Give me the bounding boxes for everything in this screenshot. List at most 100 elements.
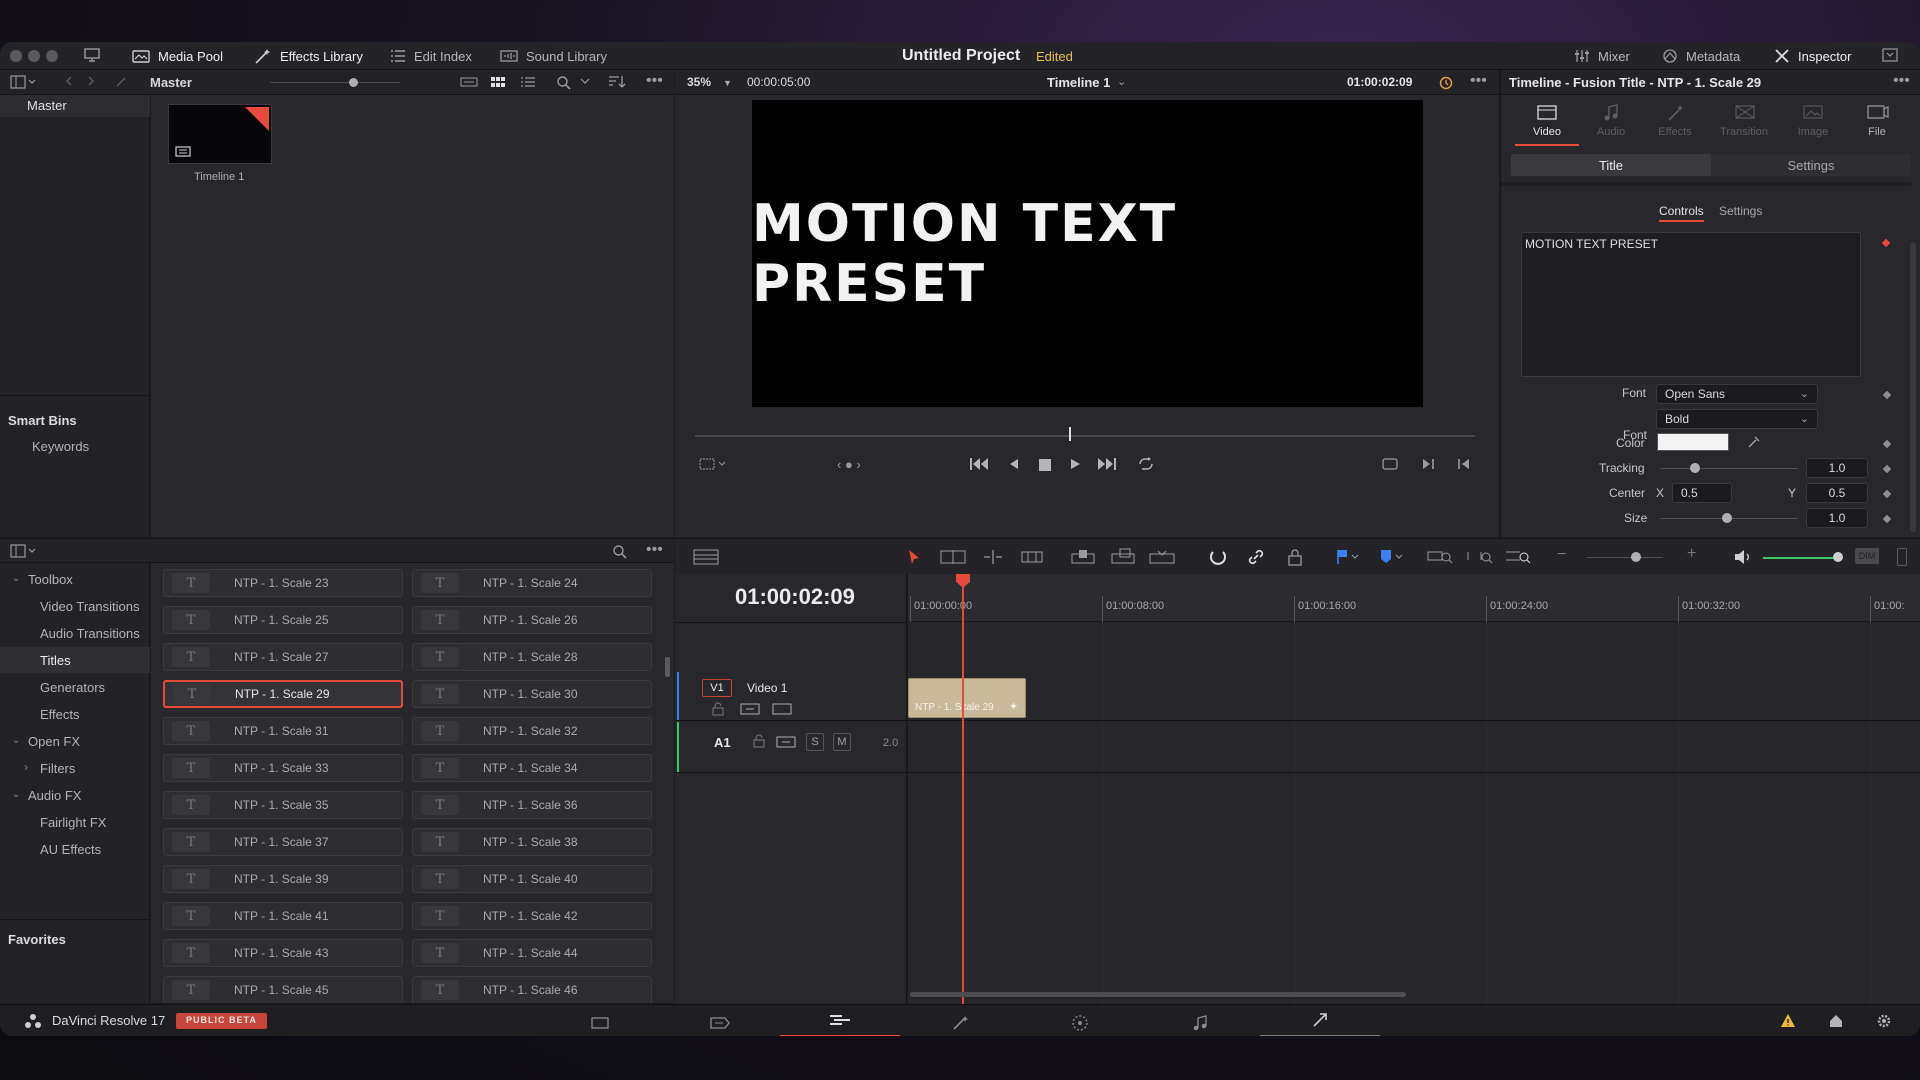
timeline-view-options-icon[interactable] xyxy=(693,549,719,565)
timeline-selector[interactable]: Timeline 1 xyxy=(1047,75,1110,90)
skip-to-start-icon[interactable] xyxy=(969,457,989,471)
title-preset-tile[interactable]: T NTP - 1. Scale 44 xyxy=(412,939,652,967)
color-swatch[interactable] xyxy=(1657,433,1729,451)
close-window-button[interactable] xyxy=(10,50,22,62)
speaker-icon[interactable] xyxy=(1733,548,1753,566)
zoom-level[interactable]: 35% xyxy=(687,75,711,89)
audio-transitions-item[interactable]: Audio Transitions xyxy=(40,626,140,641)
titles-scrollbar[interactable] xyxy=(665,657,670,677)
fairlight-page-button[interactable] xyxy=(1140,1005,1260,1036)
styled-text-input[interactable]: MOTION TEXT PRESET xyxy=(1521,232,1861,377)
font-style-select[interactable]: Bold ⌄ xyxy=(1656,409,1818,429)
title-preset-tile[interactable]: T NTP - 1. Scale 23 xyxy=(163,569,403,597)
au-effects-item[interactable]: AU Effects xyxy=(40,842,101,857)
title-preset-tile[interactable]: T NTP - 1. Scale 43 xyxy=(163,939,403,967)
tab-audio[interactable]: Audio xyxy=(1579,100,1643,146)
inner-tab-settings[interactable]: Settings xyxy=(1719,204,1762,218)
font-select[interactable]: Open Sans ⌄ xyxy=(1656,384,1818,404)
play-reverse-icon[interactable] xyxy=(1007,457,1021,471)
more-options-icon[interactable]: ••• xyxy=(646,72,663,90)
title-preset-tile[interactable]: T NTP - 1. Scale 27 xyxy=(163,643,403,671)
title-preset-tile[interactable]: T NTP - 1. Scale 34 xyxy=(412,754,652,782)
v1-auto-select-icon[interactable] xyxy=(740,703,760,715)
loop-icon[interactable] xyxy=(1136,456,1156,472)
generators-item[interactable]: Generators xyxy=(40,680,105,695)
title-clip[interactable]: NTP - 1. Scale 29 ✦ xyxy=(908,678,1026,718)
effects-more-options-icon[interactable]: ••• xyxy=(646,541,663,559)
inspector-more-options-icon[interactable]: ••• xyxy=(1893,72,1910,90)
title-preset-tile[interactable]: T NTP - 1. Scale 25 xyxy=(163,606,403,634)
position-lock-icon[interactable] xyxy=(1287,548,1303,566)
tab-transition[interactable]: Transition xyxy=(1707,100,1781,146)
zoom-detail-icon[interactable] xyxy=(1467,548,1493,566)
audio-fx-item[interactable]: Audio FX xyxy=(28,788,81,803)
sidebar-toggle-icon[interactable] xyxy=(10,75,36,89)
edit-page-button[interactable] xyxy=(780,1005,900,1036)
size-slider-handle[interactable] xyxy=(1722,513,1732,523)
list-view-icon[interactable] xyxy=(520,76,536,88)
title-preset-tile[interactable]: T NTP - 1. Scale 35 xyxy=(163,791,403,819)
flag-icon[interactable] xyxy=(1335,548,1361,566)
expand-icon[interactable] xyxy=(1882,48,1898,62)
tracking-slider-handle[interactable] xyxy=(1690,463,1700,473)
timeline-zoom-handle[interactable] xyxy=(1631,552,1641,562)
tab-video[interactable]: Video xyxy=(1515,100,1579,146)
clip-thumbnail[interactable] xyxy=(168,104,272,164)
tab-edit-index[interactable]: Edit Index xyxy=(390,42,472,70)
audio-meter-toggle[interactable] xyxy=(1897,548,1907,566)
workspace-icon[interactable] xyxy=(84,48,100,62)
forward-arrow-icon[interactable] xyxy=(86,75,96,87)
viewer-more-options-icon[interactable]: ••• xyxy=(1470,72,1487,90)
zoom-window-button[interactable] xyxy=(46,50,58,62)
scrubber-playhead[interactable] xyxy=(1069,427,1072,441)
text-keyframe-icon[interactable] xyxy=(1881,238,1891,248)
dim-button[interactable]: DIM xyxy=(1855,548,1879,564)
jog-control[interactable]: ‹ ● › xyxy=(837,457,861,472)
timeline-selector-chevron-icon[interactable]: ⌄ xyxy=(1117,75,1126,88)
settings-gear-icon[interactable] xyxy=(1876,1013,1892,1029)
size-input[interactable]: 1.0 xyxy=(1806,508,1868,528)
video-transitions-item[interactable]: Video Transitions xyxy=(40,599,140,614)
chevron-down-icon[interactable] xyxy=(580,77,590,85)
skip-to-end-icon[interactable] xyxy=(1097,457,1117,471)
title-preset-tile[interactable]: T NTP - 1. Scale 45 xyxy=(163,976,403,1003)
title-preset-tile[interactable]: T NTP - 1. Scale 31 xyxy=(163,717,403,745)
title-preset-tile[interactable]: T NTP - 1. Scale 24 xyxy=(412,569,652,597)
audio-fx-chevron-icon[interactable]: ⌄ xyxy=(12,789,20,800)
blade-tool-icon[interactable] xyxy=(1021,549,1043,565)
tab-media-pool[interactable]: Media Pool xyxy=(132,42,223,70)
volume-handle[interactable] xyxy=(1833,552,1843,562)
snapping-icon[interactable] xyxy=(1209,548,1227,566)
match-frame-icon[interactable] xyxy=(1381,457,1399,471)
effects-item[interactable]: Effects xyxy=(40,707,80,722)
a1-lock-icon[interactable] xyxy=(753,734,765,748)
subtab-title[interactable]: Title xyxy=(1511,154,1711,176)
effects-search-icon[interactable] xyxy=(612,544,628,560)
metadata-view-icon[interactable] xyxy=(460,76,478,88)
sync-icon[interactable] xyxy=(1438,75,1454,91)
title-preset-tile[interactable]: T NTP - 1. Scale 38 xyxy=(412,828,652,856)
selection-tool-icon[interactable] xyxy=(907,549,921,565)
v1-destination-button[interactable]: V1 xyxy=(702,679,732,697)
search-icon[interactable] xyxy=(556,75,572,91)
a1-auto-select-icon[interactable] xyxy=(776,736,796,748)
viewer-layout-icon[interactable] xyxy=(699,457,727,471)
zoom-full-icon[interactable] xyxy=(1427,548,1453,566)
volume-slider[interactable] xyxy=(1763,557,1835,559)
filters-chevron-icon[interactable]: › xyxy=(24,760,28,774)
timeline-scrollbar[interactable] xyxy=(910,992,1406,997)
titles-item[interactable]: Titles xyxy=(40,653,71,668)
title-preset-tile[interactable]: T NTP - 1. Scale 28 xyxy=(412,643,652,671)
cut-page-button[interactable] xyxy=(660,1005,780,1036)
sort-icon[interactable] xyxy=(608,75,626,89)
previous-edit-icon[interactable] xyxy=(1457,457,1471,471)
replace-clip-icon[interactable] xyxy=(1149,548,1175,566)
title-preset-tile[interactable]: T NTP - 1. Scale 40 xyxy=(412,865,652,893)
eyedropper-icon[interactable] xyxy=(1746,434,1762,450)
marker-icon[interactable] xyxy=(1379,548,1405,566)
overwrite-clip-icon[interactable] xyxy=(1111,548,1135,566)
dynamic-trim-icon[interactable] xyxy=(981,549,1005,565)
center-y-input[interactable]: 0.5 xyxy=(1806,483,1868,503)
toolbox-item[interactable]: Toolbox xyxy=(28,572,73,587)
bin-master[interactable]: Master xyxy=(27,98,67,113)
